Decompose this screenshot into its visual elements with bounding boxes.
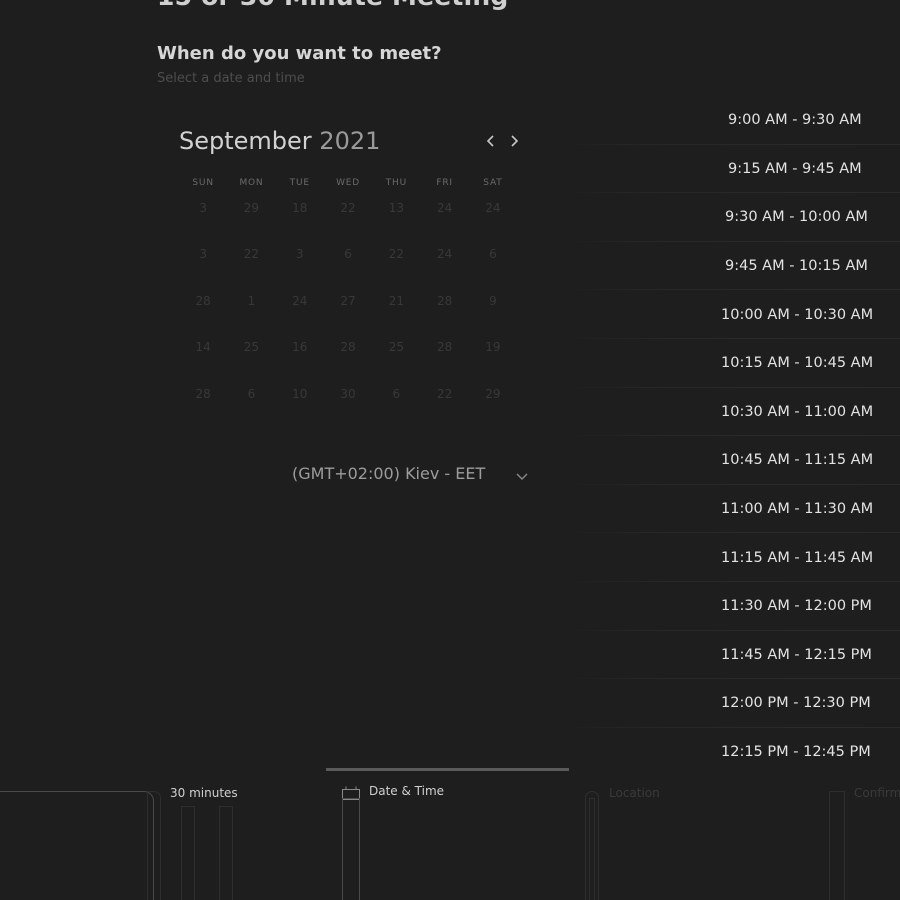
time-slot[interactable]: 11:00 AM - 11:30 AM [560,485,900,534]
calendar-day[interactable]: 6 [324,246,372,292]
weekday-label: TUE [289,178,310,188]
step-confirm-panel[interactable] [829,791,845,900]
calendar-day[interactable]: 28 [179,293,227,339]
time-slot[interactable]: 9:45 AM - 10:15 AM [560,242,900,291]
calendar-day[interactable]: 13 [372,200,420,246]
weekday-label: FRI [436,178,453,188]
calendar-day[interactable]: 22 [324,200,372,246]
time-slot-label: 10:45 AM - 11:15 AM [721,452,874,469]
weekday-label: WED [336,178,360,188]
calendar-day[interactable]: 1 [227,293,275,339]
step-date-time-label[interactable]: Date & Time [369,784,444,798]
calendar-day[interactable]: 6 [372,386,420,432]
calendar-month-year: September 2021 [179,127,380,155]
calendar-day[interactable]: 22 [372,246,420,292]
calendar-day[interactable]: 24 [420,200,468,246]
time-slot[interactable]: 11:15 AM - 11:45 AM [560,533,900,582]
previous-month-button[interactable] [480,130,502,152]
time-slot-label: 9:45 AM - 10:15 AM [725,258,868,275]
step-duration-panel[interactable] [0,791,154,900]
weekday-label: MON [239,178,264,188]
time-slot-label: 12:15 PM - 12:45 PM [721,744,871,761]
time-slot-label: 11:30 AM - 12:00 PM [721,598,872,615]
step-date-time-panel[interactable] [342,798,360,900]
time-slot[interactable]: 10:45 AM - 11:15 AM [560,436,900,485]
time-slot-label: 10:15 AM - 10:45 AM [721,355,874,372]
step-location-label[interactable]: Location [609,786,660,800]
calendar-day[interactable]: 24 [276,293,324,339]
date-question-heading: When do you want to meet? [157,43,442,64]
time-slot[interactable]: 11:30 AM - 12:00 PM [560,582,900,631]
time-slot[interactable]: 9:00 AM - 9:30 AM [560,96,900,145]
calendar-day[interactable]: 25 [227,339,275,385]
time-slot-label: 9:30 AM - 10:00 AM [725,209,868,226]
calendar-day[interactable]: 6 [227,386,275,432]
time-slot-label: 12:00 PM - 12:30 PM [721,695,871,712]
time-slot-label: 11:00 AM - 11:30 AM [721,501,874,518]
step-duration-decor [219,806,233,900]
chevron-left-icon [486,135,494,147]
time-slot-label: 11:15 AM - 11:45 AM [721,549,874,566]
calendar-day[interactable]: 28 [324,339,372,385]
time-slot-label: 10:30 AM - 11:00 AM [721,403,874,420]
time-slot-label: 9:00 AM - 9:30 AM [728,112,862,129]
step-duration-label[interactable]: 30 minutes [170,786,238,800]
calendar-day[interactable]: 9 [469,293,517,339]
active-step-indicator [326,768,569,771]
calendar-day[interactable]: 25 [372,339,420,385]
calendar-day[interactable]: 18 [276,200,324,246]
timezone-select[interactable]: (GMT+02:00) Kiev - EET [292,464,485,483]
calendar-day[interactable]: 22 [227,246,275,292]
booking-page: 15 or 30 Minute Meeting When do you want… [0,0,900,900]
calendar-day[interactable]: 27 [324,293,372,339]
step-confirm-label[interactable]: Confirm [854,786,900,800]
calendar-day[interactable]: 30 [324,386,372,432]
weekday-label: THU [385,178,407,188]
calendar-day[interactable]: 3 [179,200,227,246]
calendar-day[interactable]: 24 [420,246,468,292]
date-hint-text: Select a date and time [157,71,305,86]
time-slot-label: 9:15 AM - 9:45 AM [728,160,862,177]
time-slot-list: 9:00 AM - 9:30 AM 9:15 AM - 9:45 AM 9:30… [560,96,900,776]
calendar-day[interactable]: 19 [469,339,517,385]
weekday-label: SAT [483,178,503,188]
calendar-day[interactable]: 22 [420,386,468,432]
step-location-decor [589,798,595,900]
calendar-grid: SUN MON TUE WED THU FRI SAT 3 29 18 22 1… [179,176,517,432]
chevron-right-icon [511,135,519,147]
calendar-day[interactable]: 29 [469,386,517,432]
calendar-year: 2021 [319,127,381,155]
booking-steps-bar: 30 minutes Date & Time Location Confirm [0,768,900,900]
time-slot[interactable]: 10:15 AM - 10:45 AM [560,339,900,388]
meeting-title: 15 or 30 Minute Meeting [157,0,508,11]
calendar-day[interactable]: 6 [469,246,517,292]
next-month-button[interactable] [503,130,525,152]
calendar-day[interactable]: 10 [276,386,324,432]
time-slot[interactable]: 10:00 AM - 10:30 AM [560,290,900,339]
step-duration-edge [147,791,161,900]
time-slot[interactable]: 9:15 AM - 9:45 AM [560,145,900,194]
time-slot[interactable]: 11:45 AM - 12:15 PM [560,631,900,680]
calendar-day[interactable]: 29 [227,200,275,246]
calendar-day[interactable]: 3 [276,246,324,292]
calendar-day[interactable]: 28 [420,293,468,339]
calendar-day[interactable]: 28 [420,339,468,385]
calendar-day[interactable]: 28 [179,386,227,432]
time-slot-label: 11:45 AM - 12:15 PM [721,646,872,663]
weekday-label: SUN [192,178,214,188]
calendar-day[interactable]: 3 [179,246,227,292]
time-slot-label: 10:00 AM - 10:30 AM [721,306,874,323]
step-duration-decor [181,806,195,900]
time-slot[interactable]: 9:30 AM - 10:00 AM [560,193,900,242]
calendar-day[interactable]: 16 [276,339,324,385]
calendar-month: September [179,127,312,155]
time-slot[interactable]: 10:30 AM - 11:00 AM [560,388,900,437]
time-slot[interactable]: 12:00 PM - 12:30 PM [560,679,900,728]
calendar-day[interactable]: 21 [372,293,420,339]
calendar-day[interactable]: 14 [179,339,227,385]
chevron-down-icon[interactable] [514,468,530,484]
calendar-day[interactable]: 24 [469,200,517,246]
